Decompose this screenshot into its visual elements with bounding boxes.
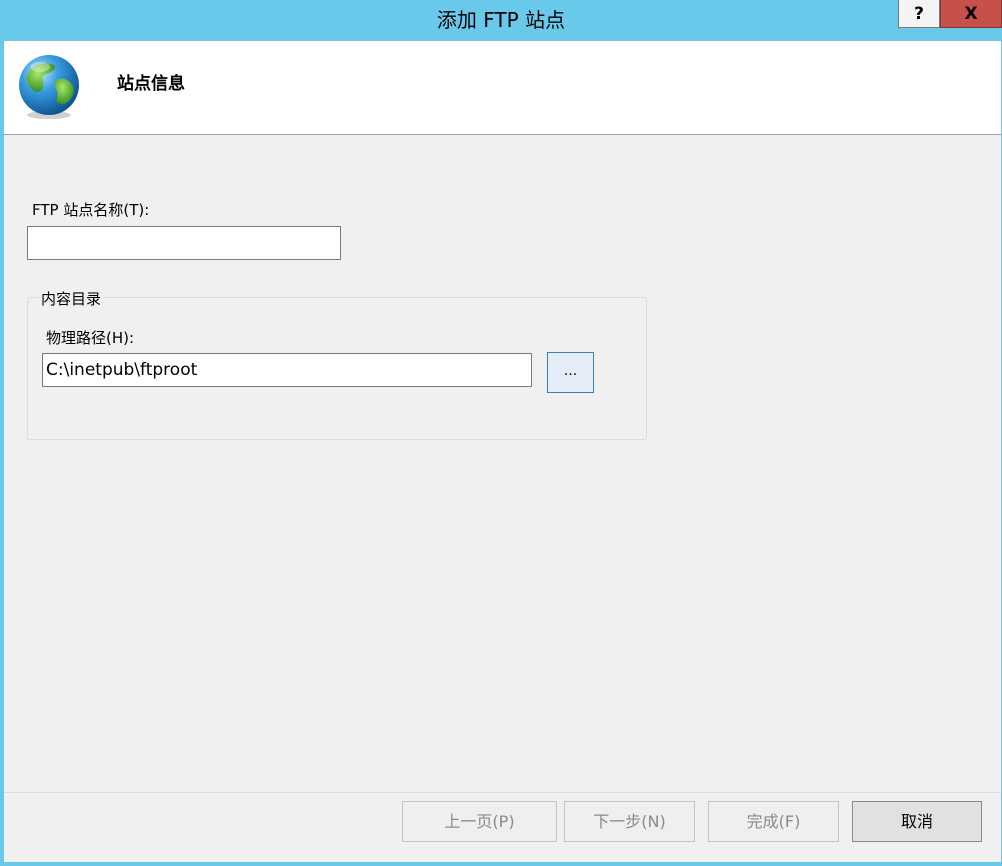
help-button[interactable]: ? bbox=[898, 0, 940, 28]
window-title: 添加 FTP 站点 bbox=[436, 8, 566, 32]
close-button[interactable]: X bbox=[940, 0, 1002, 28]
physical-path-label: 物理路径(H): bbox=[46, 329, 135, 347]
next-button[interactable]: 下一步(N) bbox=[564, 801, 695, 842]
previous-button[interactable]: 上一页(P) bbox=[402, 801, 557, 842]
page-title: 站点信息 bbox=[117, 74, 185, 94]
browse-button[interactable]: ... bbox=[547, 352, 594, 393]
title-bar[interactable]: 添加 FTP 站点 ? X bbox=[0, 0, 1002, 40]
physical-path-input[interactable] bbox=[42, 353, 532, 387]
footer-divider bbox=[4, 792, 1001, 793]
finish-button[interactable]: 完成(F) bbox=[708, 801, 839, 842]
dialog-body: 站点信息 FTP 站点名称(T): 内容目录 物理路径(H): ... 上一页(… bbox=[4, 41, 1001, 862]
content-directory-legend: 内容目录 bbox=[39, 288, 104, 309]
wizard-header: 站点信息 bbox=[4, 41, 1001, 135]
globe-icon bbox=[19, 55, 79, 119]
site-name-input[interactable] bbox=[27, 226, 341, 260]
site-name-label: FTP 站点名称(T): bbox=[32, 201, 150, 219]
cancel-button[interactable]: 取消 bbox=[852, 801, 982, 842]
dialog-window: 添加 FTP 站点 ? X 站点信息 FTP 站点名称(T): 内容目录 物理路… bbox=[0, 0, 1002, 866]
